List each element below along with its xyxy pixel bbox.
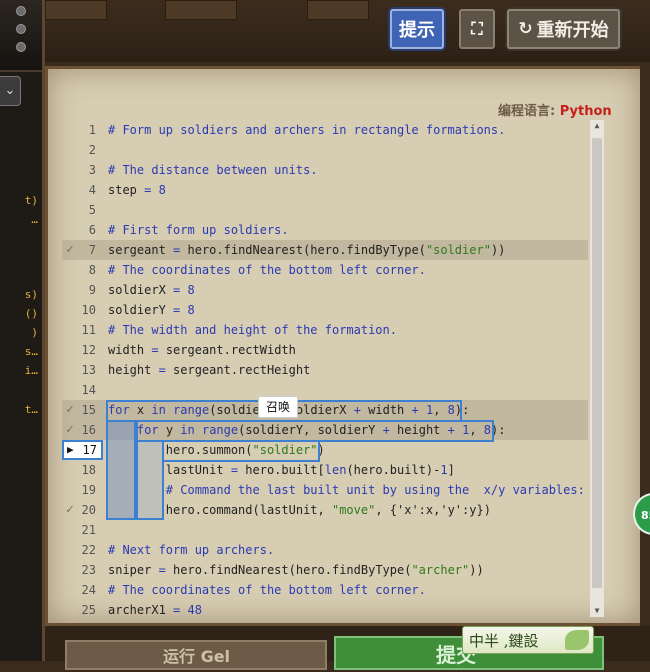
line-number: 19 — [81, 483, 96, 497]
method-snippet[interactable]: t… — [25, 403, 38, 416]
code-text: height = sergeant.rectHeight — [108, 363, 311, 377]
line-number: 4 — [88, 183, 96, 197]
run-button[interactable]: 运行 Gel — [65, 640, 327, 670]
method-snippet[interactable]: ) — [31, 326, 38, 339]
hint-label: 提示 — [399, 20, 435, 41]
code-line[interactable]: 21 — [62, 520, 588, 540]
chevron-down-icon: ⌄ — [4, 83, 16, 98]
line-number: 20 — [81, 503, 96, 517]
line-number: 1 — [88, 123, 96, 137]
method-snippet[interactable]: i… — [25, 364, 38, 377]
code-line[interactable]: 9 soldierX = 8 — [62, 280, 588, 300]
current-statement-outline — [162, 440, 320, 462]
ime-toolbar[interactable]: 中半 ,鍵設 — [462, 626, 594, 654]
methods-dropdown[interactable]: ⌄ — [0, 76, 21, 106]
code-text: width = sergeant.rectWidth — [108, 343, 296, 357]
scroll-thumb[interactable] — [592, 138, 602, 588]
code-line[interactable]: 5 — [62, 200, 588, 220]
method-snippet[interactable]: s) — [25, 288, 38, 301]
language-name: Python — [559, 104, 612, 119]
restart-button[interactable]: ↻ 重新开始 — [507, 9, 620, 49]
line-number: 12 — [81, 343, 96, 357]
chain-decoration — [0, 0, 42, 72]
code-comment: # Form up soldiers and archers in rectan… — [108, 123, 506, 137]
line-number: 22 — [81, 543, 96, 557]
code-comment: # The width and height of the formation. — [108, 323, 397, 337]
code-line[interactable]: 14 — [62, 380, 588, 400]
method-snippet[interactable]: t) — [25, 194, 38, 207]
method-snippet[interactable]: s… — [25, 345, 38, 358]
line-number: 2 — [88, 143, 96, 157]
method-snippet[interactable]: () — [25, 307, 38, 320]
code-comment: # First form up soldiers. — [108, 223, 289, 237]
scroll-up-icon[interactable]: ▲ — [590, 120, 604, 132]
code-text: step = 8 — [108, 183, 166, 197]
hint-button[interactable]: 提示 — [390, 9, 444, 49]
line-number: 23 — [81, 563, 96, 577]
code-line[interactable]: ✓ 7 sergeant = hero.findNearest(hero.findB… — [62, 240, 588, 260]
code-line[interactable]: 1 # Form up soldiers and archers in recta… — [62, 120, 588, 140]
code-line[interactable]: 13 height = sergeant.rectHeight — [62, 360, 588, 380]
line-number: 3 — [88, 163, 96, 177]
play-icon: ▶ — [67, 443, 74, 456]
code-line[interactable]: 8 # The coordinates of the bottom left co… — [62, 260, 588, 280]
scrollbar[interactable]: ▲ ▼ — [590, 120, 604, 617]
tooltip: 召唤 — [258, 396, 298, 418]
code-text: soldierX = 8 — [108, 283, 195, 297]
code-comment: # The coordinates of the bottom left cor… — [108, 263, 426, 277]
fullscreen-button[interactable]: ⛶ — [459, 9, 495, 49]
fullscreen-icon: ⛶ — [471, 19, 483, 38]
line-number: 8 — [88, 263, 96, 277]
code-area[interactable]: 1 # Form up soldiers and archers in recta… — [62, 120, 588, 620]
code-text: sniper = hero.findNearest(hero.findByTyp… — [108, 563, 484, 577]
code-text: archerX1 = 48 — [108, 603, 202, 617]
leaf-icon — [565, 630, 589, 650]
line-number: 14 — [81, 383, 96, 397]
line-number: 7 — [88, 243, 96, 257]
for-block-outline — [134, 420, 494, 442]
for-block-outline — [134, 440, 164, 520]
line-number: 21 — [81, 523, 96, 537]
line-number: 11 — [81, 323, 96, 337]
code-line[interactable]: 23 sniper = hero.findNearest(hero.findByT… — [62, 560, 588, 580]
method-snippet[interactable]: … — [31, 213, 38, 226]
line-number: 5 — [88, 203, 96, 217]
left-panel: ⌄ t) … s) ()) s… i… t… — [0, 0, 45, 661]
code-line[interactable]: 6 # First form up soldiers. — [62, 220, 588, 240]
line-number: 9 — [88, 283, 96, 297]
code-line[interactable]: 24 # The coordinates of the bottom left c… — [62, 580, 588, 600]
code-text: sergeant = hero.findNearest(hero.findByT… — [108, 243, 506, 257]
code-text: hero.command(lastUnit, "move", {'x':x,'y… — [108, 503, 491, 517]
line-number: 24 — [81, 583, 96, 597]
line-number: 6 — [88, 223, 96, 237]
line-number: 15 — [81, 403, 96, 417]
code-line[interactable]: 11 # The width and height of the formatio… — [62, 320, 588, 340]
code-line[interactable]: 3 # The distance between units. — [62, 160, 588, 180]
code-comment: # The coordinates of the bottom left cor… — [108, 583, 426, 597]
language-indicator: 编程语言: Python — [498, 104, 612, 119]
code-line[interactable]: 22 # Next form up archers. — [62, 540, 588, 560]
code-text: soldierY = 8 — [108, 303, 195, 317]
restart-icon: ↻ — [518, 19, 533, 39]
code-line[interactable]: 25 archerX1 = 48 — [62, 600, 588, 620]
code-line[interactable]: 10 soldierY = 8 — [62, 300, 588, 320]
line-number: 18 — [81, 463, 96, 477]
line-number: 13 — [81, 363, 96, 377]
line-number: 25 — [81, 603, 96, 617]
current-line-marker: ▶ 17 — [62, 440, 103, 460]
code-line[interactable]: 12 width = sergeant.rectWidth — [62, 340, 588, 360]
code-comment: # Next form up archers. — [108, 543, 275, 557]
code-line[interactable]: 4 step = 8 — [62, 180, 588, 200]
line-number: 16 — [81, 423, 96, 437]
code-comment: # Command the last built unit by using t… — [108, 483, 585, 497]
restart-label: 重新开始 — [536, 20, 609, 41]
line-number: 10 — [81, 303, 96, 317]
code-comment: # The distance between units. — [108, 163, 318, 177]
code-line[interactable]: 2 — [62, 140, 588, 160]
scroll-down-icon[interactable]: ▼ — [590, 605, 604, 617]
